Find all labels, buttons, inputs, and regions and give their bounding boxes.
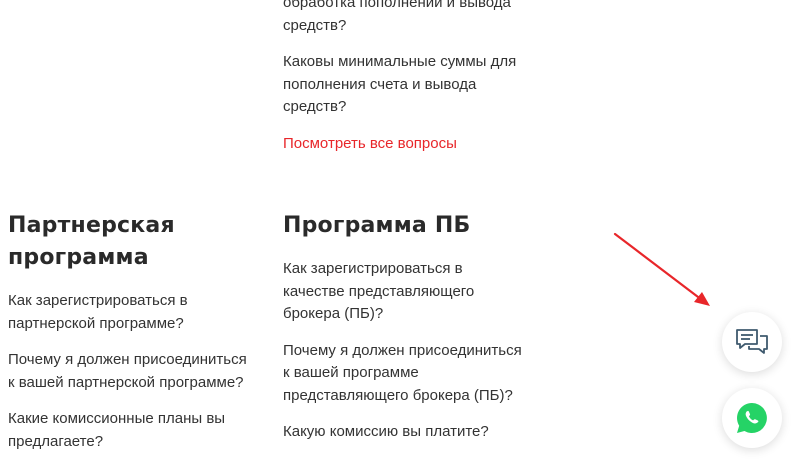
- whatsapp-icon: [737, 403, 767, 433]
- partner-program-section: Партнерская программа Как зарегистрирова…: [8, 210, 268, 464]
- question-line: брокера (ПБ)?: [283, 305, 384, 322]
- question-line: к вашей партнерской программе?: [8, 373, 244, 391]
- section-title: Программа ПБ: [283, 213, 471, 238]
- title-line: программа: [8, 245, 149, 270]
- faq-page: обработка пополнений и вывода средств? К…: [0, 0, 800, 464]
- ib-program-section: Программа ПБ Как зарегистрироваться в ка…: [283, 210, 543, 458]
- question-line: Как зарегистрироваться в: [8, 292, 188, 309]
- question-line: Какую комиссию вы платите?: [283, 423, 489, 440]
- question-line: представляющего брокера (ПБ)?: [283, 386, 513, 404]
- question-line: обработка пополнений и вывода: [283, 0, 511, 11]
- section-title: Партнерская программа: [8, 210, 268, 274]
- faq-top-column: обработка пополнений и вывода средств? К…: [283, 0, 543, 155]
- faq-question-minimums[interactable]: Каковы минимальные суммы для пополнения …: [283, 51, 543, 119]
- question-line: Какие комиссионные планы вы: [8, 410, 226, 427]
- faq-question-why-join-ib[interactable]: Почему я должен присоединиться к вашей п…: [283, 340, 543, 408]
- question-line: партнерской программе?: [8, 314, 184, 332]
- faq-question-why-join-partner[interactable]: Почему я должен присоединиться к вашей п…: [8, 349, 268, 394]
- faq-question-register-ib[interactable]: Как зарегистрироваться в качестве предст…: [283, 258, 543, 326]
- see-all-questions-link[interactable]: Посмотреть все вопросы: [283, 133, 543, 155]
- chat-widget-button[interactable]: [722, 312, 782, 372]
- question-line: Как зарегистрироваться в: [283, 260, 463, 277]
- question-line: Почему я должен присоединиться: [283, 341, 522, 359]
- question-line: средств?: [283, 16, 347, 34]
- question-line: предлагаете?: [8, 432, 104, 450]
- question-line: к вашей программе: [283, 364, 419, 381]
- question-line: пополнения счета и вывода: [283, 75, 477, 93]
- question-line: Каковы минимальные суммы для: [283, 53, 517, 70]
- faq-question-commission-paid[interactable]: Какую комиссию вы платите?: [283, 421, 543, 444]
- faq-question-processing[interactable]: обработка пополнений и вывода средств?: [283, 0, 543, 37]
- question-line: качестве представляющего: [283, 282, 475, 300]
- chat-bubbles-icon: [736, 329, 768, 354]
- whatsapp-widget-button[interactable]: [722, 388, 782, 448]
- question-line: Почему я должен присоединиться: [8, 351, 247, 368]
- title-line: Партнерская: [8, 213, 175, 238]
- faq-question-commission-plans[interactable]: Какие комиссионные планы вы предлагаете?: [8, 408, 268, 453]
- faq-question-register-partner[interactable]: Как зарегистрироваться в партнерской про…: [8, 290, 268, 335]
- question-line: средств?: [283, 98, 347, 115]
